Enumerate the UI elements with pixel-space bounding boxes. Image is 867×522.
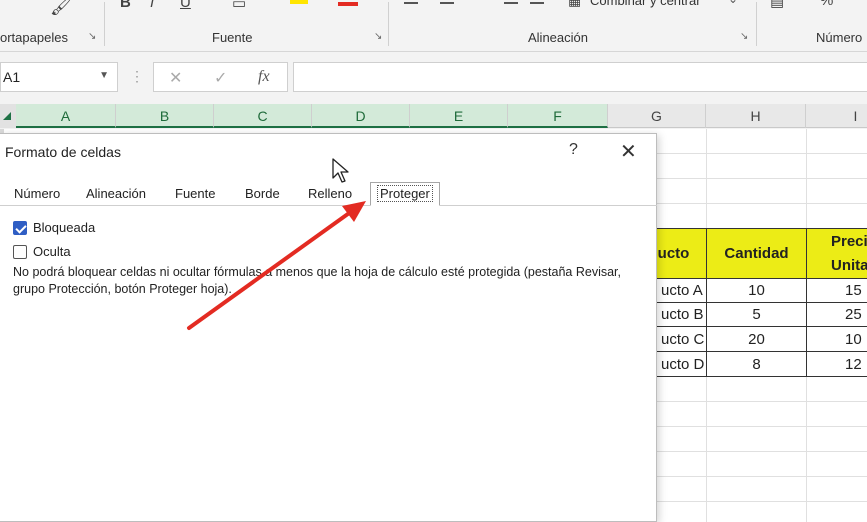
ribbon-group-font: Fuente ↘: [104, 0, 388, 52]
tab-proteger-label: Proteger: [377, 185, 433, 202]
ribbon-group-number: Número: [756, 0, 867, 52]
table-cell[interactable]: 25: [806, 302, 867, 327]
table-header-label: Unitar: [831, 256, 867, 274]
dialog-tabs: Número Alineación Fuente Borde Relleno P…: [0, 182, 657, 206]
format-cells-dialog: Formato de celdas ? ✕ Número Alineación …: [0, 133, 657, 522]
ribbon-group-label-number: Número: [816, 30, 863, 45]
name-box-value: A1: [3, 69, 21, 85]
dialog-launcher-icon[interactable]: ↘: [740, 32, 750, 42]
chevron-down-icon[interactable]: ▼: [99, 70, 109, 81]
ribbon-group-label-alignment: Alineación: [528, 30, 588, 45]
column-header-f[interactable]: F: [508, 104, 608, 128]
dialog-title: Formato de celdas: [5, 144, 121, 160]
checkbox-checked-icon[interactable]: [13, 220, 27, 235]
checkbox-oculta[interactable]: Oculta: [13, 244, 71, 259]
tab-alineacion[interactable]: Alineación: [86, 186, 146, 201]
formula-controls: ✕ ✓ fx: [153, 62, 288, 92]
table-cell[interactable]: 8: [706, 351, 807, 377]
table-cell[interactable]: 10: [706, 278, 807, 303]
table-cell[interactable]: 10: [806, 326, 867, 352]
formula-input[interactable]: [293, 62, 867, 92]
ribbon-group-alignment: Alineación ↘: [388, 0, 756, 52]
table-header-label: Preci: [831, 232, 867, 250]
table-cell[interactable]: 5: [706, 302, 807, 327]
fx-icon[interactable]: fx: [258, 68, 270, 86]
checkbox-bloqueada[interactable]: Bloqueada: [13, 220, 95, 235]
column-header-i[interactable]: I: [806, 104, 867, 128]
column-header-d[interactable]: D: [312, 104, 410, 128]
enter-icon[interactable]: ✓: [214, 68, 227, 88]
column-header-a[interactable]: A: [16, 104, 116, 128]
column-header-c[interactable]: C: [214, 104, 312, 128]
protection-note: No podrá bloquear celdas ni ocultar fórm…: [13, 265, 622, 296]
tab-proteger[interactable]: Proteger: [370, 182, 440, 206]
tab-fuente[interactable]: Fuente: [175, 186, 215, 201]
ribbon-group-label-clipboard: ortapapeles: [0, 30, 68, 45]
ribbon-group-label-font: Fuente: [212, 30, 253, 45]
excel-window: 🖌 ortapapeles ↘ B I U ▭ Fuente ↘ ▦ Combi…: [0, 0, 867, 522]
table-header-cantidad[interactable]: Cantidad: [706, 228, 807, 279]
table-header-label: Cantidad: [724, 245, 789, 262]
table-header-label: ucto: [657, 245, 690, 262]
table-cell[interactable]: 15: [806, 278, 867, 303]
ribbon: 🖌 ortapapeles ↘ B I U ▭ Fuente ↘ ▦ Combi…: [0, 0, 867, 52]
tab-numero[interactable]: Número: [14, 186, 60, 201]
table-cell[interactable]: 20: [706, 326, 807, 352]
column-header-b[interactable]: B: [116, 104, 214, 128]
tab-borde[interactable]: Borde: [245, 186, 280, 201]
tab-relleno[interactable]: Relleno: [308, 186, 352, 201]
close-icon[interactable]: ✕: [620, 139, 637, 164]
formula-bar: A1 ▼ ⋮ ✕ ✓ fx: [0, 58, 867, 96]
column-header-e[interactable]: E: [410, 104, 508, 128]
help-icon[interactable]: ?: [569, 141, 578, 159]
table-header-precio[interactable]: Preci Unitar: [806, 228, 867, 279]
more-icon: ⋮: [130, 68, 144, 84]
checkbox-unchecked-icon[interactable]: [13, 244, 27, 259]
checkbox-label-oculta: Oculta: [33, 244, 71, 259]
name-box[interactable]: A1 ▼: [0, 62, 118, 92]
column-headers: A B C D E F G H I: [0, 104, 867, 128]
mouse-cursor-icon: [332, 158, 349, 183]
table-cell[interactable]: 12: [806, 351, 867, 377]
column-header-h[interactable]: H: [706, 104, 806, 128]
select-all-corner[interactable]: [0, 104, 16, 128]
column-header-g[interactable]: G: [608, 104, 706, 128]
dialog-launcher-icon[interactable]: ↘: [88, 32, 98, 42]
ribbon-group-clipboard: ortapapeles ↘: [0, 0, 104, 52]
cancel-icon[interactable]: ✕: [169, 68, 182, 88]
dialog-launcher-icon[interactable]: ↘: [374, 32, 384, 42]
checkbox-label-bloqueada: Bloqueada: [33, 220, 96, 235]
